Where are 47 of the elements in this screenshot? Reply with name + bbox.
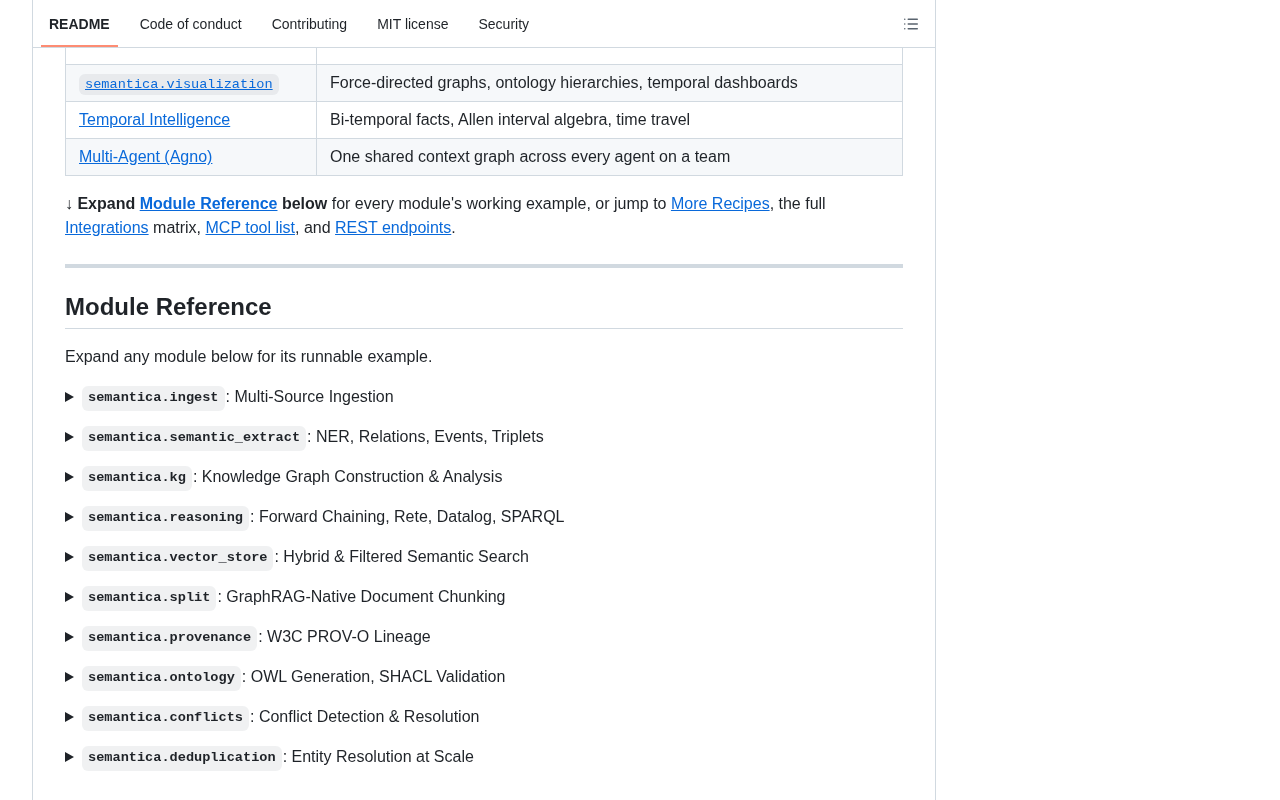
module-summary[interactable]: semantica.ingest : Multi-Source Ingestion xyxy=(65,385,903,410)
tab[interactable]: README xyxy=(41,0,118,47)
module-title: : NER, Relations, Events, Triplets xyxy=(307,427,544,448)
module-summary[interactable]: semantica.conflicts : Conflict Detection & Resolution xyxy=(65,705,903,730)
module-summary[interactable]: semantica.kg : Knowledge Graph Construction & Analysis xyxy=(65,465,903,490)
module-reference-link[interactable]: Module Reference xyxy=(139,195,278,213)
section-heading: Module Reference xyxy=(65,292,903,330)
module-link[interactable]: semantica.visualization xyxy=(79,74,279,95)
module-summary[interactable]: semantica.vector_store : Hybrid & Filtered Semantic Search xyxy=(65,545,903,570)
module-summary[interactable]: semantica.split : GraphRAG-Native Document Chunking xyxy=(65,585,903,610)
module-title: : Hybrid & Filtered Semantic Search xyxy=(274,547,529,568)
module-title: : GraphRAG-Native Document Chunking xyxy=(217,587,506,608)
tab[interactable]: Code of conduct xyxy=(131,0,250,47)
module-title: : W3C PROV-O Lineage xyxy=(258,627,431,648)
intro-text: Expand any module below for its runnable example. xyxy=(65,347,434,368)
link[interactable]: Integrations xyxy=(65,219,149,237)
link[interactable]: REST endpoints xyxy=(335,219,452,237)
link[interactable]: More Recipes xyxy=(670,195,770,213)
description-text: One shared context graph across every agent on a team xyxy=(330,148,731,166)
module-code: semantica.reasoning xyxy=(82,506,249,531)
tab[interactable]: Security xyxy=(470,0,538,47)
module-summary[interactable]: semantica.reasoning : Forward Chaining, Rete, Datalog, SPARQL xyxy=(65,505,903,530)
module-summary[interactable]: semantica.deduplication : Entity Resolution at Scale xyxy=(65,745,903,770)
reference-note: ↓ Expand Module Reference below for every module's working example, or jump to More Recipes, the full Integrations matrix, MCP tool list, and REST endpoints. xyxy=(65,194,827,239)
tab[interactable]: Contributing xyxy=(263,0,356,47)
module-code: semantica.split xyxy=(82,586,217,611)
module-title: : Knowledge Graph Construction & Analysis xyxy=(192,467,503,488)
description-text: Force-directed graphs, ontology hierarchies, temporal dashboards xyxy=(330,74,798,92)
module-code: semantica.vector_store xyxy=(82,546,274,571)
module-code: semantica.ontology xyxy=(82,666,241,691)
module-code: semantica.provenance xyxy=(82,626,258,651)
module-title: : OWL Generation, SHACL Validation xyxy=(241,667,506,688)
module-title: : Forward Chaining, Rete, Datalog, SPARQL xyxy=(250,507,565,528)
module-summary[interactable]: semantica.semantic_extract : NER, Relations, Events, Triplets xyxy=(65,425,903,450)
module-summary[interactable]: semantica.ontology : OWL Generation, SHACL Validation xyxy=(65,665,903,690)
link[interactable]: MCP tool list xyxy=(205,219,295,237)
description-text: Bi-temporal facts, Allen interval algebra, time travel xyxy=(330,111,691,129)
module-summary[interactable]: semantica.provenance : W3C PROV-O Lineage xyxy=(65,625,903,650)
module-title: : Multi-Source Ingestion xyxy=(225,387,394,408)
module-title: : Entity Resolution at Scale xyxy=(282,747,474,768)
module-code: semantica.deduplication xyxy=(82,746,282,771)
module-code: semantica.conflicts xyxy=(82,706,249,731)
tab[interactable]: MIT license xyxy=(369,0,457,47)
module-title: : Conflict Detection & Resolution xyxy=(250,707,480,728)
module-code: semantica.semantic_extract xyxy=(82,426,307,451)
module-code: semantica.ingest xyxy=(82,386,225,411)
module-code: semantica.kg xyxy=(82,466,192,491)
